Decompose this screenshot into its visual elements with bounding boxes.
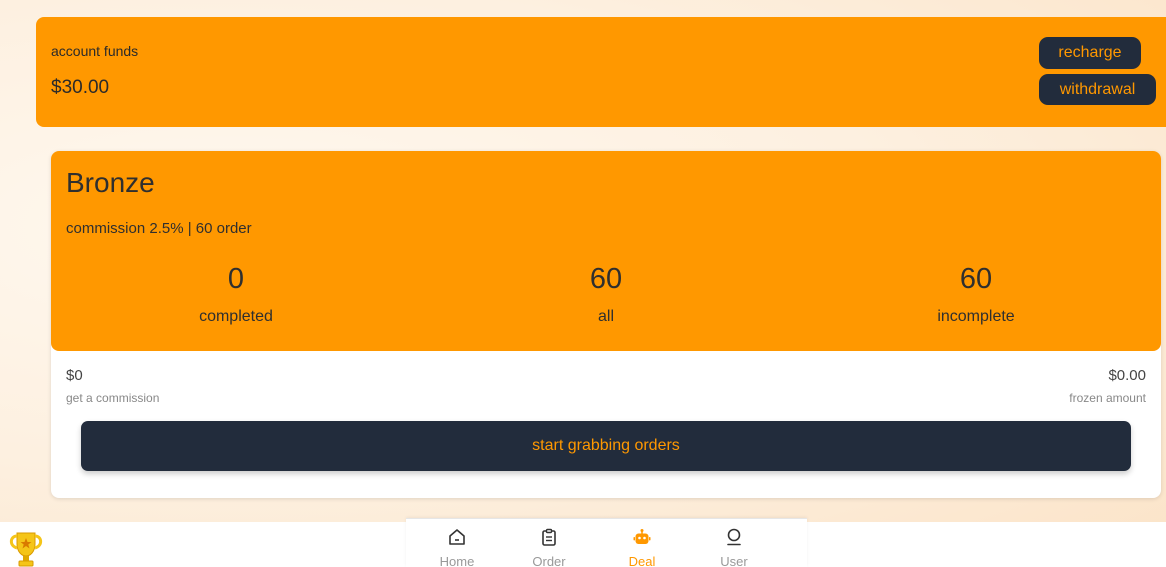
recharge-button[interactable]: recharge — [1039, 37, 1141, 69]
stat-label: incomplete — [937, 308, 1015, 325]
withdrawal-button[interactable]: withdrawal — [1039, 74, 1156, 105]
tab-user[interactable]: User — [688, 519, 780, 567]
stat-all: 60 all — [506, 263, 706, 326]
tab-label: Deal — [628, 554, 656, 567]
tab-label: User — [720, 554, 748, 567]
level-panel: Bronze commission 2.5% | 60 order 0 comp… — [51, 151, 1161, 498]
commission-label: get a commission — [66, 391, 160, 405]
tab-deal[interactable]: Deal — [596, 519, 688, 567]
level-name: Bronze — [66, 167, 155, 198]
robot-icon — [633, 528, 651, 546]
tab-label: Home — [439, 554, 475, 567]
clipboard-icon — [540, 528, 558, 546]
user-icon — [725, 528, 743, 546]
stat-incomplete: 60 incomplete — [876, 263, 1076, 326]
trophy-icon — [7, 530, 45, 567]
tab-label: Order — [532, 554, 566, 567]
level-description: commission 2.5% | 60 order — [66, 220, 252, 237]
account-funds-amount: $30.00 — [51, 77, 110, 98]
stat-value: 60 — [959, 263, 993, 295]
tab-home[interactable]: Home — [411, 519, 503, 567]
account-funds-card: account funds $30.00 recharge withdrawal — [36, 17, 1166, 127]
level-card: Bronze commission 2.5% | 60 order 0 comp… — [51, 151, 1161, 351]
home-icon — [448, 528, 466, 546]
bottom-tab-bar: Home Order Deal User — [406, 518, 807, 567]
account-funds-label: account funds — [51, 43, 139, 59]
stat-label: all — [597, 308, 614, 325]
stat-completed: 0 completed — [136, 263, 336, 326]
commission-amount: $0 — [66, 367, 83, 384]
stat-label: completed — [199, 308, 273, 325]
start-grabbing-orders-button[interactable]: start grabbing orders — [81, 421, 1131, 471]
frozen-amount: $0.00 — [1108, 367, 1146, 384]
tab-order[interactable]: Order — [503, 519, 595, 567]
frozen-amount-label: frozen amount — [1069, 391, 1146, 405]
stat-value: 60 — [589, 263, 623, 295]
stat-value: 0 — [227, 263, 245, 295]
